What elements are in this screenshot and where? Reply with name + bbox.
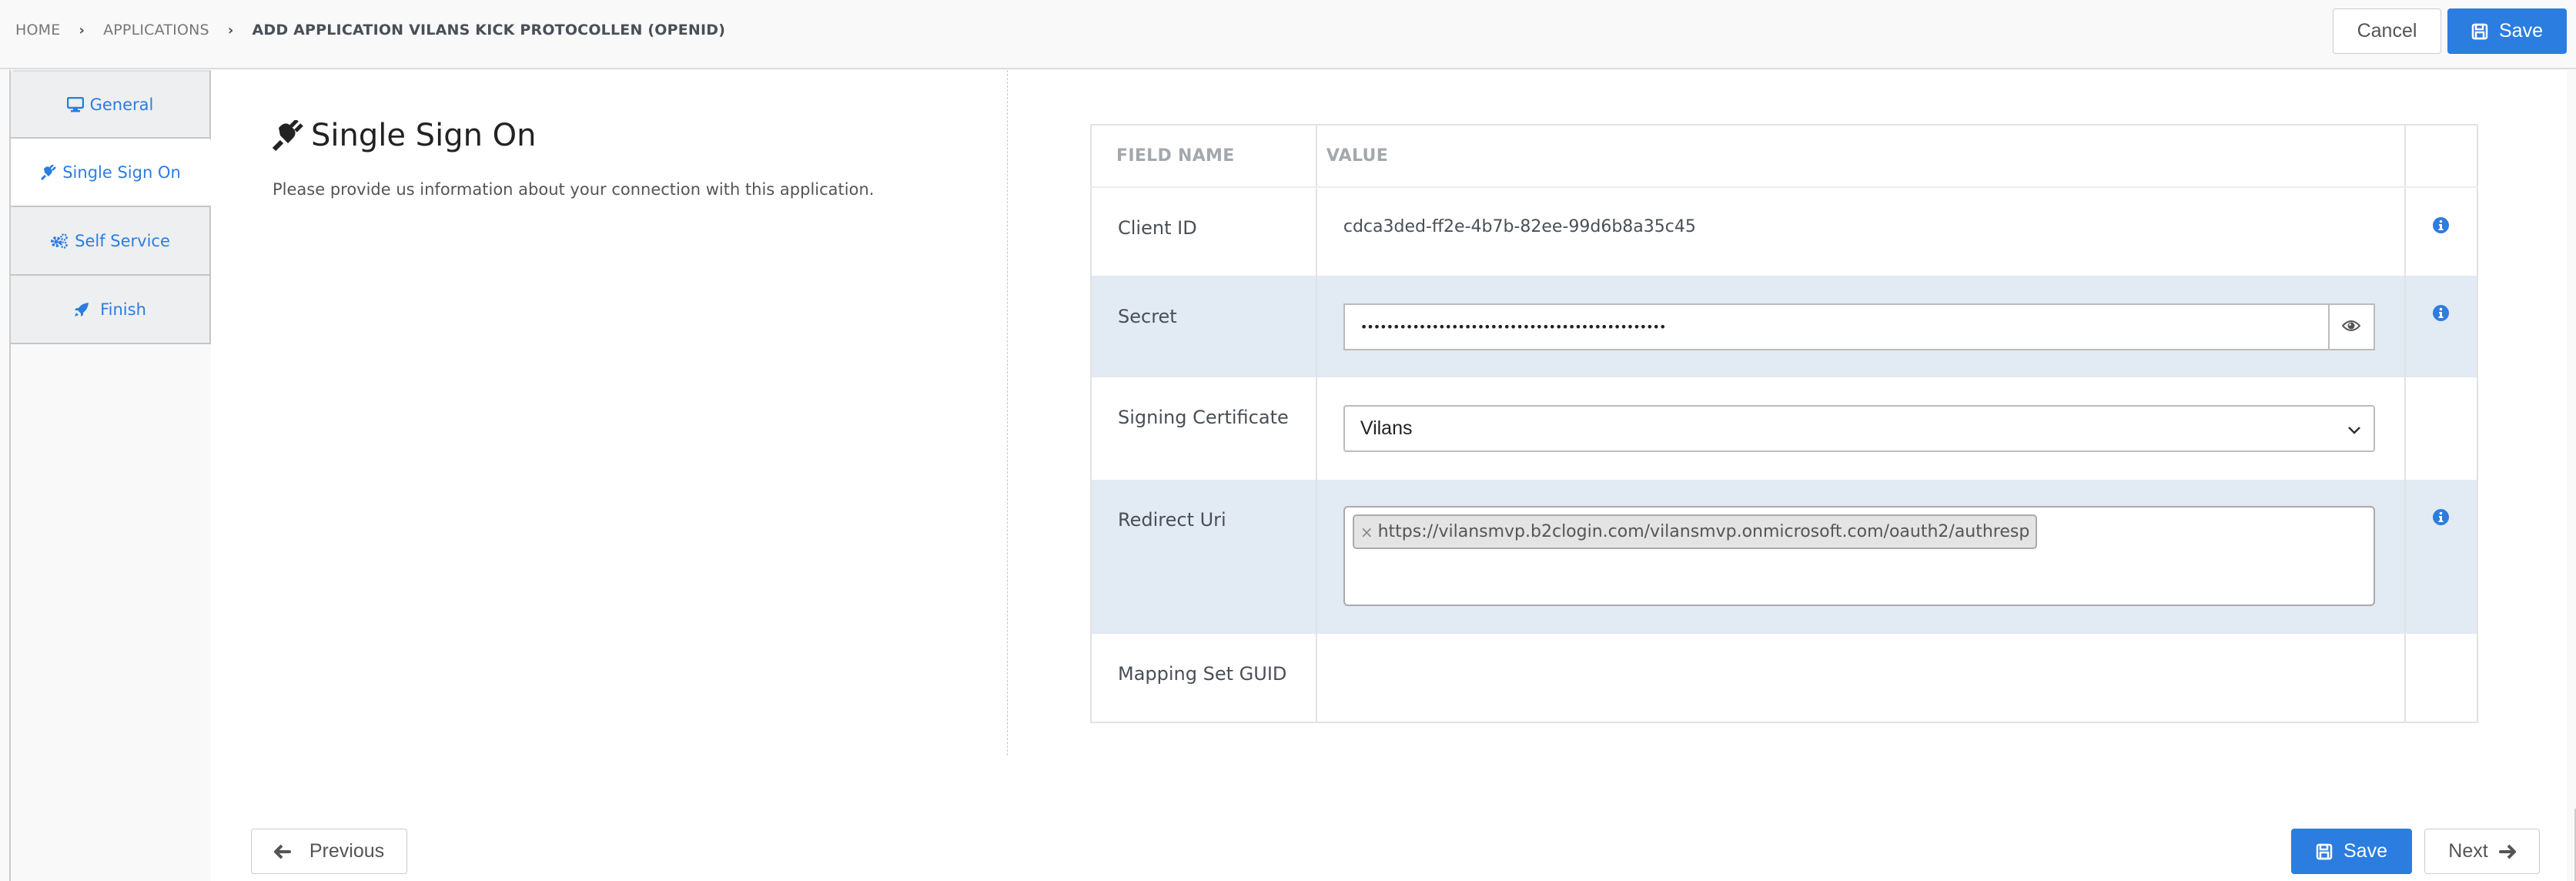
info-cell-empty <box>2404 377 2479 480</box>
top-bar: HOME › APPLICATIONS › ADD APPLICATION VI… <box>0 0 2576 69</box>
table-row-mapping-set-guid: Mapping Set GUID <box>1090 634 2479 722</box>
table-row-secret: Secret •••••••••••••••••••••••••••••••••… <box>1090 276 2479 377</box>
signing-certificate-select[interactable]: Vilans <box>1343 405 2375 452</box>
redirect-uri-tag-input[interactable]: × https://vilansmvp.b2clogin.com/vilansm… <box>1343 506 2375 606</box>
redirect-uri-cell: × https://vilansmvp.b2clogin.com/vilansm… <box>1315 480 2406 634</box>
table-row-client-id: Client ID cdca3ded-ff2e-4b7b-82ee-99d6b8… <box>1090 187 2479 276</box>
redirect-uri-tag: × https://vilansmvp.b2clogin.com/vilansm… <box>1352 514 2038 549</box>
header-value: VALUE <box>1315 125 2406 188</box>
wizard-steps: General Single Sign On Self Service Fini… <box>9 70 231 881</box>
mapping-set-guid-value <box>1315 634 2406 722</box>
arrow-left-icon <box>273 844 291 859</box>
field-label: Secret <box>1090 276 1317 377</box>
save-icon <box>2316 843 2333 860</box>
table-header-row: FIELD NAME VALUE <box>1090 125 2479 188</box>
breadcrumb-current: ADD APPLICATION VILANS KICK PROTOCOLLEN … <box>252 22 726 39</box>
wizard-step-general[interactable]: General <box>11 70 211 139</box>
wizard-step-self-service[interactable]: Self Service <box>11 207 211 276</box>
table-row-redirect-uri: Redirect Uri × https://vilansmvp.b2clogi… <box>1090 480 2479 634</box>
info-cell-empty <box>2404 634 2479 722</box>
save-button-footer[interactable]: Save <box>2291 829 2412 874</box>
remove-tag-icon[interactable]: × <box>1360 523 1373 541</box>
header-info <box>2404 125 2479 188</box>
table-row-signing-certificate: Signing Certificate Vilans <box>1090 377 2479 480</box>
field-label: Signing Certificate <box>1090 377 1317 480</box>
previous-button-label: Previous <box>309 840 385 862</box>
wizard-step-finish[interactable]: Finish <box>11 276 211 344</box>
breadcrumb: HOME › APPLICATIONS › ADD APPLICATION VI… <box>15 22 725 39</box>
header-actions: Cancel Save <box>2333 8 2567 54</box>
rocket-icon <box>74 302 89 317</box>
page-title: Single Sign On <box>273 118 536 153</box>
chevron-right-icon: › <box>79 22 85 39</box>
wizard-step-label: Self Service <box>75 231 170 250</box>
save-button[interactable]: Save <box>2447 8 2567 54</box>
field-label: Mapping Set GUID <box>1090 634 1317 722</box>
secret-input-group: ••••••••••••••••••••••••••••••••••••••••… <box>1343 303 2375 350</box>
field-label: Redirect Uri <box>1090 480 1317 634</box>
secret-input[interactable]: ••••••••••••••••••••••••••••••••••••••••… <box>1343 303 2328 350</box>
toggle-visibility-button[interactable] <box>2327 303 2375 350</box>
cancel-button[interactable]: Cancel <box>2333 8 2441 54</box>
info-cell <box>2404 276 2479 377</box>
breadcrumb-home[interactable]: HOME <box>15 22 60 39</box>
page-description: Please provide us information about your… <box>273 180 875 199</box>
sso-fields-table: FIELD NAME VALUE Client ID cdca3ded-ff2e… <box>1090 124 2479 723</box>
info-icon[interactable] <box>2406 188 2477 233</box>
select-value: Vilans <box>1360 417 1413 439</box>
tag-text: https://vilansmvp.b2clogin.com/vilansmvp… <box>1377 522 2030 541</box>
arrow-right-icon <box>2498 844 2516 859</box>
save-icon <box>2471 23 2488 40</box>
info-cell <box>2404 187 2479 276</box>
secret-cell: ••••••••••••••••••••••••••••••••••••••••… <box>1315 276 2406 377</box>
signing-certificate-cell: Vilans <box>1315 377 2406 480</box>
plug-icon <box>41 164 57 180</box>
info-icon[interactable] <box>2406 276 2477 321</box>
page-title-text: Single Sign On <box>311 118 537 153</box>
previous-button[interactable]: Previous <box>251 829 407 874</box>
main-panel: Single Sign On Please provide us informa… <box>211 70 2567 881</box>
info-icon[interactable] <box>2406 480 2477 525</box>
header-field-name: FIELD NAME <box>1090 125 1317 188</box>
info-cell <box>2404 480 2479 634</box>
wizard-step-label: Single Sign On <box>62 162 181 182</box>
wizard-step-label: General <box>89 95 154 114</box>
chevron-down-icon <box>2347 417 2361 440</box>
save-button-label: Save <box>2499 20 2543 42</box>
eye-icon <box>2341 317 2361 337</box>
next-button[interactable]: Next <box>2424 829 2540 874</box>
desktop-icon <box>66 96 84 112</box>
cancel-button-label: Cancel <box>2357 20 2417 42</box>
chevron-right-icon: › <box>227 22 234 39</box>
breadcrumb-applications[interactable]: APPLICATIONS <box>103 22 209 39</box>
field-label: Client ID <box>1090 187 1317 276</box>
client-id-value: cdca3ded-ff2e-4b7b-82ee-99d6b8a35c45 <box>1315 187 2406 276</box>
next-button-label: Next <box>2448 840 2488 862</box>
section-intro: Single Sign On Please provide us informa… <box>211 70 1008 755</box>
wizard-step-single-sign-on[interactable]: Single Sign On <box>11 139 231 207</box>
wizard-step-label: Finish <box>100 300 146 319</box>
plug-icon <box>273 120 303 151</box>
cogs-icon <box>50 233 69 249</box>
save-button-label: Save <box>2343 840 2387 862</box>
